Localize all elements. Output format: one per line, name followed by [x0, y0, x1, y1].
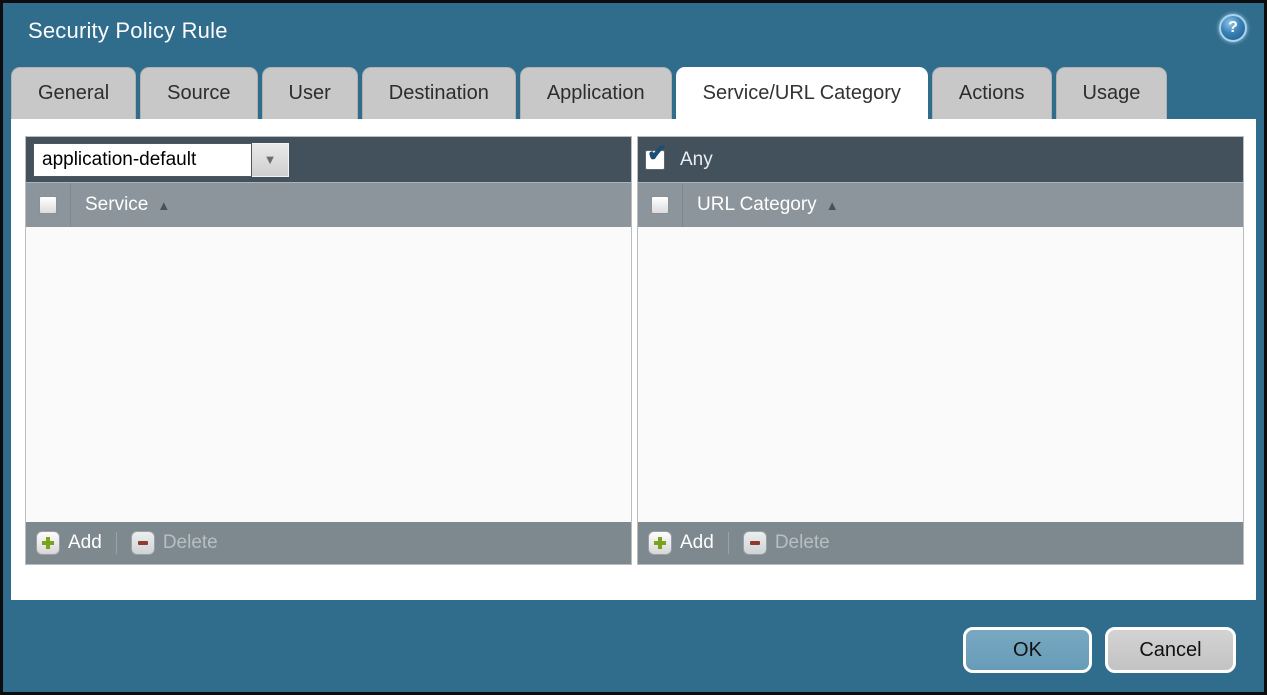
tab-destination[interactable]: Destination — [362, 67, 516, 119]
url-category-delete-icon[interactable] — [743, 531, 767, 555]
url-category-list-empty — [638, 227, 1243, 522]
url-category-add-button[interactable]: Add — [680, 532, 714, 554]
toolbar-divider — [728, 532, 729, 554]
url-category-add-icon[interactable] — [648, 531, 672, 555]
service-select-all-cell — [26, 183, 71, 227]
service-column-header: Service — [85, 194, 148, 216]
service-type-dropdown-button[interactable]: ▼ — [252, 143, 289, 177]
url-category-any-label: Any — [680, 149, 713, 171]
service-panel-topbar: application-default ▼ — [26, 137, 631, 182]
plus-icon — [652, 535, 668, 551]
minus-icon — [747, 535, 763, 551]
minus-icon — [135, 535, 151, 551]
service-table-header[interactable]: Service ▲ — [26, 182, 631, 227]
tab-application[interactable]: Application — [520, 67, 672, 119]
url-category-delete-button[interactable]: Delete — [775, 532, 830, 554]
service-add-icon[interactable] — [36, 531, 60, 555]
service-panel: application-default ▼ Service ▲ — [25, 136, 632, 565]
service-delete-icon[interactable] — [131, 531, 155, 555]
tab-service-url-category[interactable]: Service/URL Category — [676, 67, 928, 119]
titlebar: Security Policy Rule ? — [3, 3, 1264, 65]
url-category-column-header: URL Category — [697, 194, 817, 216]
tab-source[interactable]: Source — [140, 67, 257, 119]
url-category-select-all-checkbox[interactable] — [651, 196, 669, 214]
tab-actions[interactable]: Actions — [932, 67, 1052, 119]
tab-general[interactable]: General — [11, 67, 136, 119]
checkmark-icon: ✔ — [647, 142, 667, 166]
service-delete-button[interactable]: Delete — [163, 532, 218, 554]
dialog-title: Security Policy Rule — [28, 18, 228, 44]
tab-usage[interactable]: Usage — [1056, 67, 1168, 119]
service-panel-toolbar: Add Delete — [26, 522, 631, 564]
url-category-panel-topbar: ✔ Any — [638, 137, 1243, 182]
toolbar-divider — [116, 532, 117, 554]
ok-button[interactable]: OK — [963, 627, 1092, 673]
url-category-panel: ✔ Any URL Category ▲ Add — [637, 136, 1244, 565]
service-type-dropdown[interactable]: application-default ▼ — [33, 143, 289, 177]
service-list-empty — [26, 227, 631, 522]
sort-ascending-icon: ▲ — [826, 198, 839, 213]
url-category-any-checkbox[interactable]: ✔ — [645, 150, 665, 170]
url-category-table-header[interactable]: URL Category ▲ — [638, 182, 1243, 227]
service-type-value[interactable]: application-default — [33, 143, 252, 177]
help-icon[interactable]: ? — [1219, 14, 1247, 42]
plus-icon — [40, 535, 56, 551]
service-add-button[interactable]: Add — [68, 532, 102, 554]
service-select-all-checkbox[interactable] — [39, 196, 57, 214]
cancel-button[interactable]: Cancel — [1105, 627, 1236, 673]
url-category-select-all-cell — [638, 183, 683, 227]
sort-ascending-icon: ▲ — [157, 198, 170, 213]
security-policy-rule-dialog: Security Policy Rule ? General Source Us… — [0, 0, 1267, 695]
chevron-down-icon: ▼ — [264, 152, 277, 167]
tab-content-area: application-default ▼ Service ▲ — [11, 119, 1256, 600]
tab-user[interactable]: User — [262, 67, 358, 119]
tab-bar: General Source User Destination Applicat… — [11, 67, 1167, 119]
url-category-panel-toolbar: Add Delete — [638, 522, 1243, 564]
help-icon-glyph: ? — [1228, 19, 1238, 37]
